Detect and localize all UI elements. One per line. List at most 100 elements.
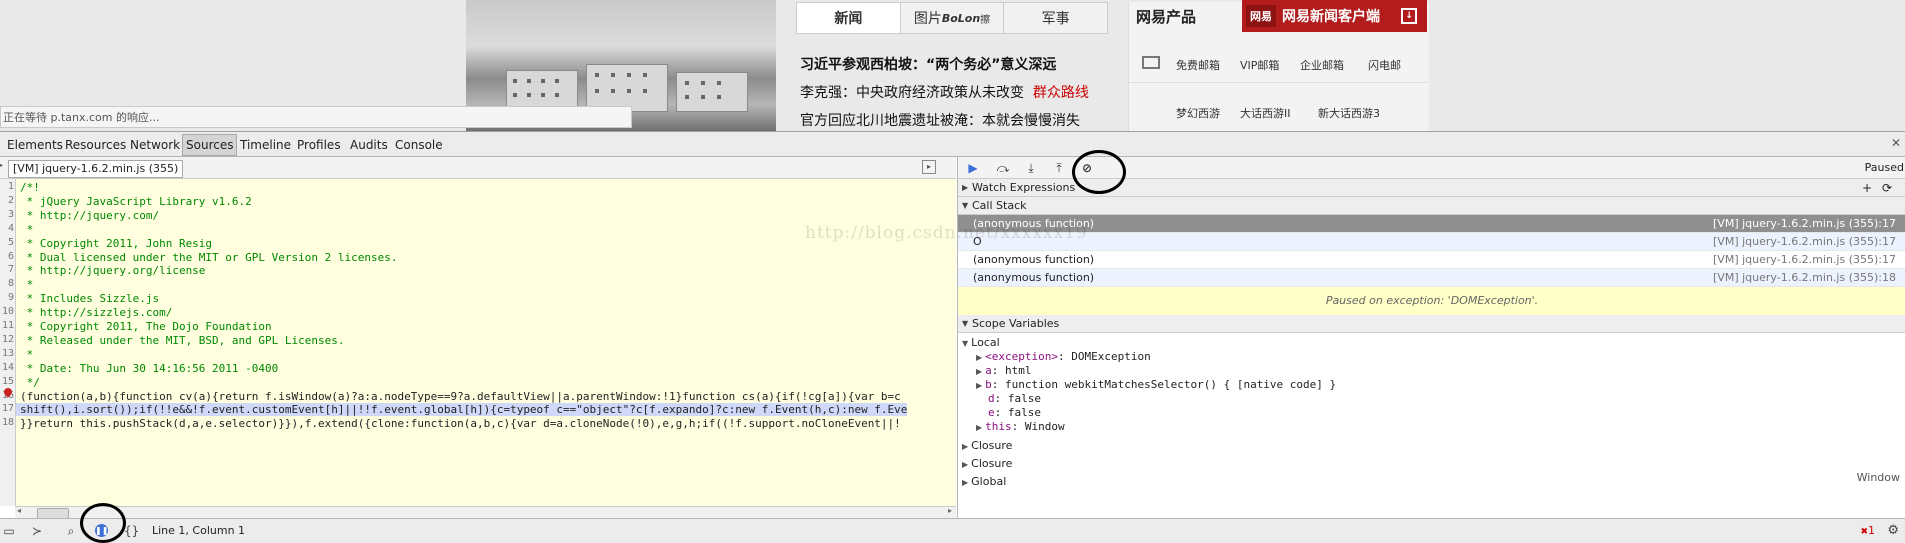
scope-var-d: d: false bbox=[988, 392, 1041, 405]
tab-pictures[interactable]: 图片 BoLon 擦 bbox=[901, 3, 1005, 33]
netease-app-banner-text: 网易新闻客户端 bbox=[1282, 9, 1380, 25]
collapsed-triangle-icon: ▶ bbox=[962, 183, 969, 192]
line-number[interactable]: 17 bbox=[0, 403, 14, 414]
line-number[interactable]: 18 bbox=[0, 417, 14, 428]
gear-icon[interactable]: ⚙ bbox=[1887, 523, 1899, 538]
scope-exception[interactable]: ▶ <exception>: DOMException bbox=[976, 350, 1151, 363]
scope-closure-2[interactable]: ▶ Closure bbox=[962, 457, 1012, 470]
line-number[interactable]: 15 bbox=[0, 376, 14, 387]
resume-icon[interactable]: ▶︎ bbox=[964, 160, 982, 176]
expanded-triangle-icon: ▼ bbox=[962, 201, 969, 210]
line-number[interactable]: 3 bbox=[0, 209, 14, 220]
error-icon: ✖ bbox=[1860, 527, 1868, 537]
line-number[interactable]: 7 bbox=[0, 264, 14, 275]
line-number[interactable]: 4 bbox=[0, 223, 14, 234]
call-frame-4-row[interactable]: (anonymous function) [VM] jquery-1.6.2.mi… bbox=[958, 269, 1905, 287]
scope-local[interactable]: ▼ Local bbox=[962, 336, 1000, 349]
link-enterprise-mail[interactable]: 企业邮箱 bbox=[1300, 57, 1344, 73]
error-count-badge[interactable]: ✖1 bbox=[1860, 524, 1875, 537]
link-game-1[interactable]: 梦幻西游 bbox=[1176, 105, 1220, 121]
line-number[interactable]: 10 bbox=[0, 306, 14, 317]
line-number[interactable]: 11 bbox=[0, 320, 14, 331]
step-into-icon[interactable]: ⤓ bbox=[1022, 160, 1040, 176]
bolang-logo: BoLon bbox=[941, 11, 981, 25]
tab-profiles[interactable]: Profiles bbox=[294, 135, 344, 155]
code-line: * jQuery JavaScript Library v1.6.2 bbox=[20, 194, 252, 208]
search-icon[interactable]: ⌕ bbox=[64, 524, 78, 538]
line-number[interactable]: 9 bbox=[0, 292, 14, 303]
netease-products-title: 网易产品 bbox=[1136, 8, 1197, 26]
link-game-2[interactable]: 大话西游II bbox=[1240, 105, 1291, 121]
scroll-right-icon[interactable]: ▸ bbox=[948, 506, 952, 515]
code-line: * bbox=[20, 278, 34, 292]
scroll-left-icon[interactable]: ◂ bbox=[17, 506, 21, 515]
tab-news[interactable]: 新闻 bbox=[797, 3, 901, 33]
tab-resources[interactable]: Resources bbox=[62, 135, 129, 155]
headline-2[interactable]: 李克强：中央政府经济政策从未改变 群众路线 bbox=[800, 82, 1089, 102]
tab-sources[interactable]: Sources bbox=[182, 134, 238, 156]
line-number[interactable]: 8 bbox=[0, 278, 14, 289]
code-line: * Dual licensed under the MIT or GPL Ver… bbox=[20, 250, 398, 264]
scope-global[interactable]: ▶ Global bbox=[962, 475, 1006, 488]
step-out-icon[interactable]: ⤒ bbox=[1050, 160, 1068, 176]
devtools-status-bar: ▭ ≻ ⌕ ❚❚ {} Line 1, Column 1 ✖1 ⚙ bbox=[0, 518, 1905, 543]
call-frame-4-fn: (anonymous function) bbox=[973, 271, 1095, 284]
link-flash-mail[interactable]: 闪电邮 bbox=[1368, 57, 1401, 73]
netease-app-banner[interactable]: 网易 网易新闻客户端 ↓ bbox=[1242, 0, 1427, 32]
code-line: }}return this.pushStack(d,a,e.selector)}… bbox=[20, 417, 901, 431]
tab-military[interactable]: 军事 bbox=[1004, 3, 1107, 33]
tab-elements[interactable]: Elements bbox=[4, 135, 66, 155]
tab-network[interactable]: Network bbox=[127, 135, 183, 155]
debugger-toggle-icon[interactable]: ▸ bbox=[922, 160, 936, 174]
line-number-gutter[interactable]: 123456789101112131415161718 bbox=[0, 179, 16, 506]
line-number[interactable]: 13 bbox=[0, 348, 14, 359]
code-line: * http://sizzlejs.com/ bbox=[20, 306, 173, 320]
call-frame-4-loc: [VM] jquery-1.6.2.min.js (355):18 bbox=[1713, 271, 1896, 284]
line-number[interactable]: 12 bbox=[0, 334, 14, 345]
line-number[interactable]: 6 bbox=[0, 251, 14, 262]
scope-var-this[interactable]: ▶ this: Window bbox=[976, 420, 1065, 433]
add-watch-icon[interactable]: + bbox=[1862, 179, 1872, 197]
line-number[interactable]: 2 bbox=[0, 195, 14, 206]
call-frame-1[interactable]: (anonymous function) [VM] jquery-1.6.2.mi… bbox=[958, 215, 1905, 233]
code-line: */ bbox=[20, 375, 40, 389]
link-game-3[interactable]: 新大话西游3 bbox=[1318, 105, 1380, 121]
refresh-watch-icon[interactable]: ⟳ bbox=[1882, 179, 1892, 197]
step-over-icon[interactable]: ⤼ bbox=[994, 160, 1012, 176]
web-page-viewport: 新闻 图片 BoLon 擦 军事 习近平参观西柏坡：“两个务必”意义深远 李克强：中… bbox=[0, 0, 1905, 131]
tab-console[interactable]: Console bbox=[392, 135, 446, 155]
scope-variables-header[interactable]: ▼ Scope Variables bbox=[958, 315, 1905, 333]
file-tab-jquery[interactable]: [VM] jquery-1.6.2.min.js (355) bbox=[8, 160, 184, 178]
headline-3[interactable]: 官方回应北川地震遗址被淹：本就会慢慢消失 bbox=[800, 110, 1080, 130]
call-stack-header[interactable]: ▼ Call Stack bbox=[958, 197, 1905, 215]
scope-var-b[interactable]: ▶ b: function webkitMatchesSelector() { [… bbox=[976, 378, 1336, 391]
call-frame-3[interactable]: (anonymous function) [VM] jquery-1.6.2.mi… bbox=[958, 251, 1905, 269]
link-free-mail[interactable]: 免费邮箱 bbox=[1176, 57, 1220, 73]
news-tab-bar: 新闻 图片 BoLon 擦 军事 bbox=[796, 2, 1108, 34]
netease-logo: 网易 bbox=[1246, 5, 1276, 27]
code-line: * bbox=[20, 222, 34, 236]
tab-timeline[interactable]: Timeline bbox=[237, 135, 294, 155]
line-number[interactable]: 14 bbox=[0, 362, 14, 373]
headline-1[interactable]: 习近平参观西柏坡：“两个务必”意义深远 bbox=[800, 54, 1056, 74]
code-line: (function(a,b){function cv(a){return f.i… bbox=[20, 389, 901, 403]
navigator-toggle-icon[interactable]: ▸ bbox=[0, 160, 3, 171]
pretty-print-icon[interactable]: {} bbox=[124, 524, 139, 538]
close-icon[interactable]: ✕ bbox=[1891, 136, 1901, 150]
line-number[interactable]: 1 bbox=[0, 181, 14, 192]
paused-status: Paused bbox=[1864, 161, 1904, 174]
line-number[interactable]: 5 bbox=[0, 237, 14, 248]
code-line: /*! bbox=[20, 181, 40, 194]
scope-var-a[interactable]: ▶ a: html bbox=[976, 364, 1032, 377]
dock-icon[interactable]: ▭ bbox=[2, 524, 16, 538]
link-vip-mail[interactable]: VIP邮箱 bbox=[1240, 57, 1279, 73]
browser-status-tooltip: 正在等待 p.tanx.com 的响应... bbox=[0, 106, 632, 128]
current-execution-line: shift(),i.sort());if(!!e&&!f.event.custo… bbox=[16, 403, 908, 417]
tab-audits[interactable]: Audits bbox=[347, 135, 391, 155]
headline-2-red-link[interactable]: 群众路线 bbox=[1033, 85, 1089, 101]
scope-closure-1[interactable]: ▶ Closure bbox=[962, 439, 1012, 452]
code-line: * bbox=[20, 347, 34, 361]
console-drawer-icon[interactable]: ≻ bbox=[30, 524, 44, 538]
code-line: * Released under the MIT, BSD, and GPL L… bbox=[20, 333, 345, 347]
call-frame-2[interactable]: O [VM] jquery-1.6.2.min.js (355):17 bbox=[958, 233, 1905, 251]
